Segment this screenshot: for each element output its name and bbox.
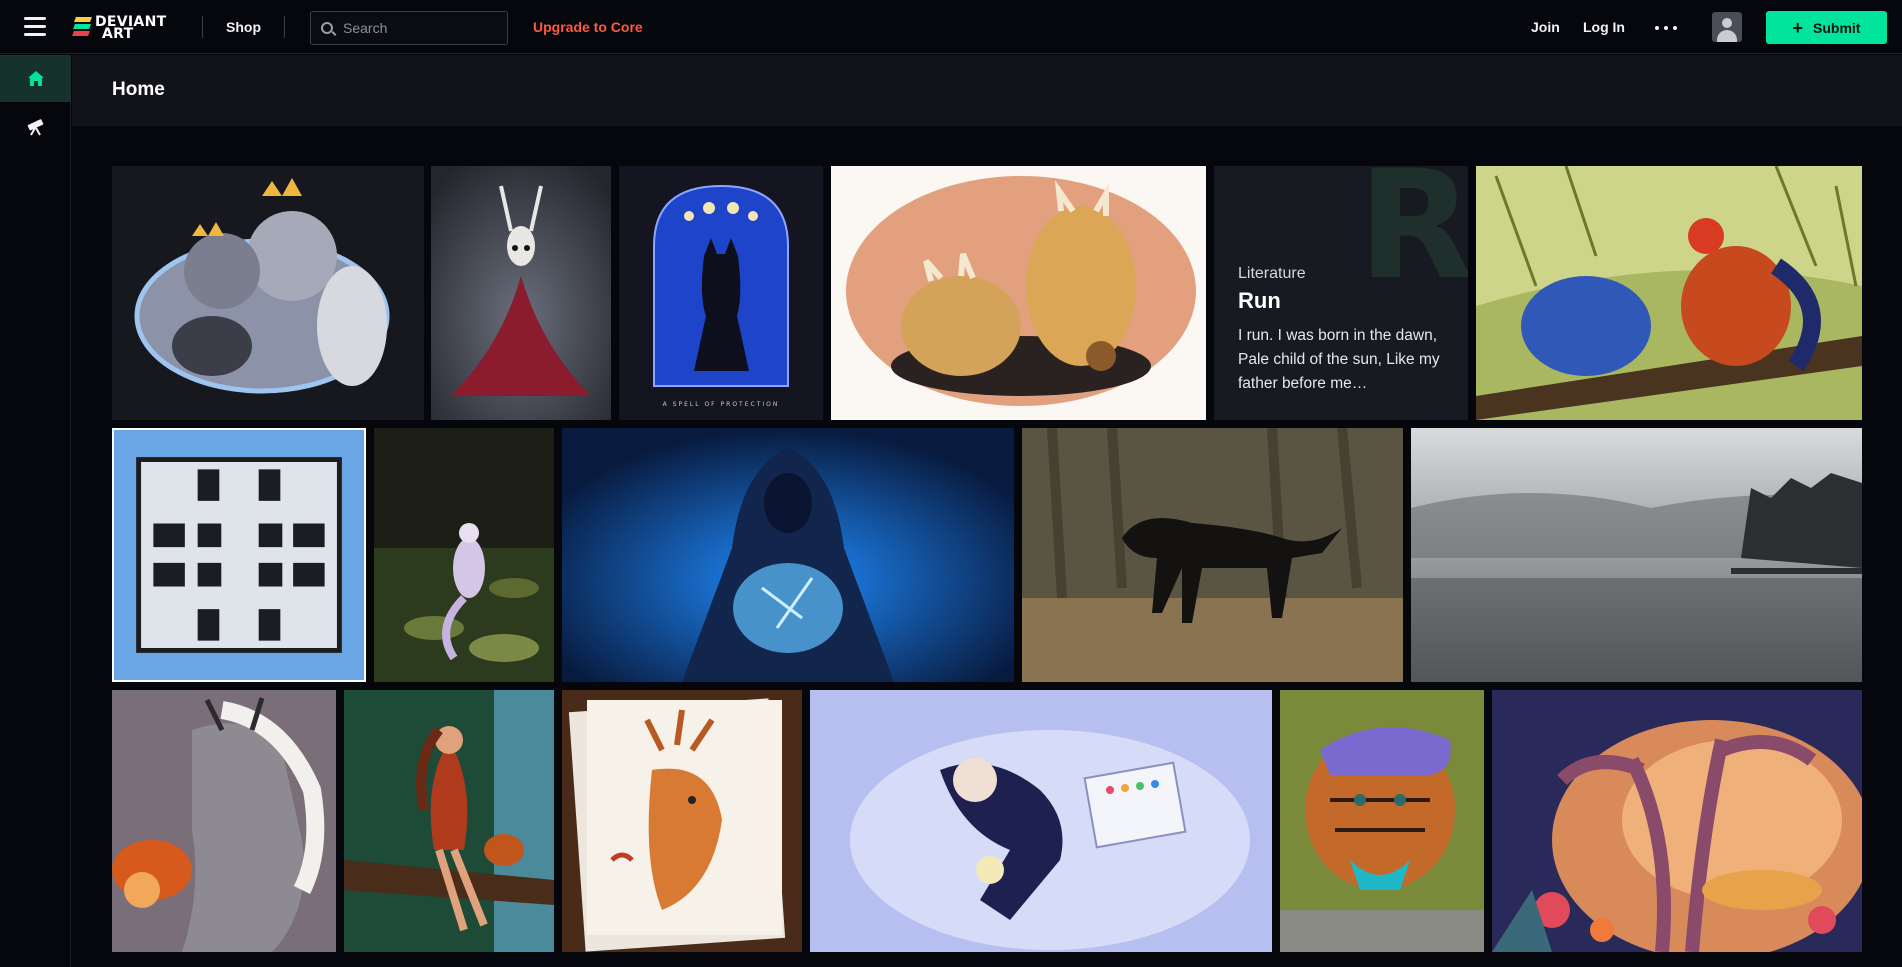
sidebar xyxy=(0,55,71,967)
search-box[interactable] xyxy=(310,11,508,45)
literature-category: Literature xyxy=(1238,265,1306,282)
deviantart-logo[interactable]: DEVIANT ART xyxy=(72,14,180,42)
deviation-thumbnail[interactable] xyxy=(1476,166,1862,420)
avatar[interactable] xyxy=(1712,12,1742,42)
literature-watermark: R xyxy=(1358,166,1468,313)
login-link[interactable]: Log In xyxy=(1583,19,1625,35)
deviation-thumbnail[interactable] xyxy=(1280,690,1484,952)
deviation-thumbnail[interactable] xyxy=(112,690,336,952)
deviation-thumbnail[interactable] xyxy=(431,166,611,420)
logo-wordmark: DEVIANT ART xyxy=(95,14,167,42)
upgrade-to-core-link[interactable]: Upgrade to Core xyxy=(533,19,643,35)
page-header: Home xyxy=(72,55,1902,126)
deviation-thumbnail[interactable]: A SPELL OF PROTECTION xyxy=(619,166,823,420)
plus-icon: + xyxy=(1792,17,1804,38)
literature-title: Run xyxy=(1238,288,1281,313)
deviation-thumbnail[interactable] xyxy=(831,166,1206,420)
sidebar-item-discover[interactable] xyxy=(0,102,71,149)
telescope-icon xyxy=(27,118,43,135)
shop-link[interactable]: Shop xyxy=(226,19,261,35)
top-navigation-bar: DEVIANT ART Shop Upgrade to Core Join Lo… xyxy=(0,0,1902,54)
deviantart-logo-mark xyxy=(72,16,92,40)
deviation-thumbnail[interactable] xyxy=(562,428,1014,682)
join-link[interactable]: Join xyxy=(1531,19,1560,35)
divider xyxy=(284,16,285,38)
deviation-thumbnail[interactable] xyxy=(374,428,554,682)
deviation-thumbnail[interactable] xyxy=(112,166,424,420)
deviation-thumbnail[interactable] xyxy=(1022,428,1403,682)
deviation-thumbnail[interactable] xyxy=(1492,690,1862,952)
literature-excerpt: I run. I was born in the dawn, Pale chil… xyxy=(1238,327,1440,392)
literature-card[interactable]: R Literature Run I run. I was born in th… xyxy=(1214,166,1468,420)
deviation-thumbnail[interactable] xyxy=(344,690,554,952)
deviation-thumbnail[interactable] xyxy=(810,690,1272,952)
page-title: Home xyxy=(112,79,165,100)
menu-icon[interactable] xyxy=(24,17,46,37)
home-icon xyxy=(27,70,44,86)
svg-text:A SPELL OF PROTECTION: A SPELL OF PROTECTION xyxy=(663,401,780,408)
deviation-thumbnail[interactable] xyxy=(112,428,366,682)
submit-label: Submit xyxy=(1813,19,1861,36)
submit-button[interactable]: + Submit xyxy=(1766,11,1887,44)
deviation-thumbnail[interactable] xyxy=(562,690,802,952)
deviation-gallery: A SPELL OF PROTECTION R Literature Run I… xyxy=(72,126,1902,967)
sidebar-item-home[interactable] xyxy=(0,55,71,102)
divider xyxy=(202,16,203,38)
search-icon xyxy=(321,22,333,34)
deviation-thumbnail[interactable] xyxy=(1411,428,1862,682)
more-options-icon[interactable] xyxy=(1655,26,1677,30)
search-input[interactable] xyxy=(343,20,493,36)
